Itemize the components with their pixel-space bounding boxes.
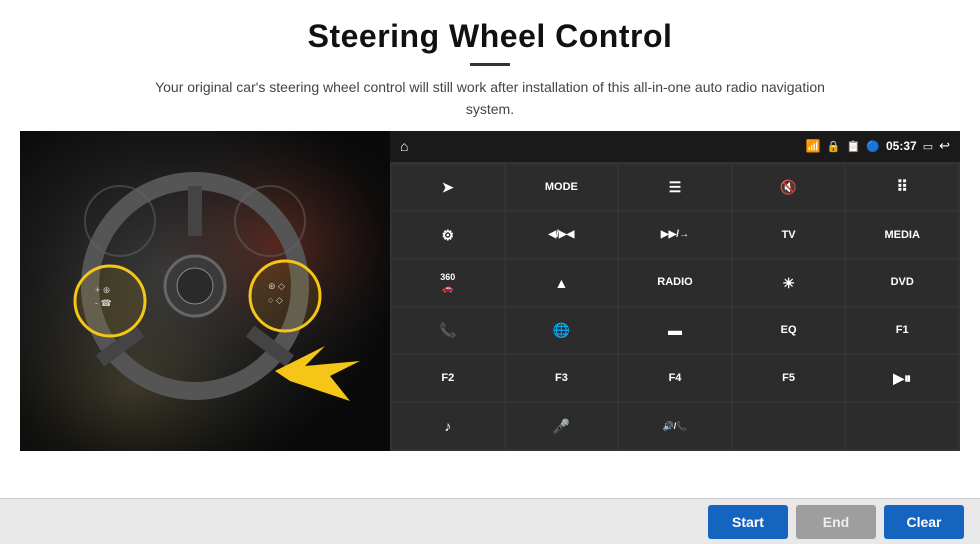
content-area: + ⊕ - ☎ ⊛ ◇ ○ ◇ ⌂	[0, 131, 980, 498]
back-icon[interactable]: ↩	[939, 138, 950, 154]
empty-btn-1	[733, 403, 845, 449]
control-panel: ⌂ 📶 🔒 📋 🔵 05:37 ▭ ↩ ➤ MODE ☰ 🔇	[390, 131, 960, 451]
mirror-button[interactable]: ▬	[619, 308, 731, 354]
radio-button[interactable]: RADIO	[619, 260, 731, 306]
menu-button[interactable]: ☰	[619, 165, 731, 211]
start-button[interactable]: Start	[708, 505, 788, 539]
home-icon[interactable]: ⌂	[400, 138, 408, 154]
svg-text:- ☎: - ☎	[95, 298, 112, 308]
page-title: Steering Wheel Control	[40, 18, 940, 55]
tv-button[interactable]: TV	[733, 212, 845, 258]
mode-button[interactable]: MODE	[506, 165, 618, 211]
status-bar-left: ⌂	[400, 138, 408, 154]
media-button[interactable]: MEDIA	[846, 212, 958, 258]
f4-button[interactable]: F4	[619, 355, 731, 401]
svg-text:+ ⊕: + ⊕	[95, 285, 110, 295]
lock-icon: 🔒	[827, 140, 841, 153]
apps-button[interactable]: ⠿	[846, 165, 958, 211]
cam360-button[interactable]: 360🚗	[392, 260, 504, 306]
mic-button[interactable]: 🎤	[506, 403, 618, 449]
playpause-button[interactable]: ▶⏸	[846, 355, 958, 401]
next-button[interactable]: ▶▶/→	[619, 212, 731, 258]
phone-button[interactable]: 📞	[392, 308, 504, 354]
svg-text:○ ◇: ○ ◇	[268, 295, 283, 305]
prev-button[interactable]: ◀/▶◀	[506, 212, 618, 258]
wifi-icon: 📶	[806, 139, 821, 153]
dvd-button[interactable]: DVD	[846, 260, 958, 306]
title-divider	[470, 63, 510, 66]
cast-icon: ▭	[923, 140, 933, 153]
f2-button[interactable]: F2	[392, 355, 504, 401]
mute-button[interactable]: 🔇	[733, 165, 845, 211]
status-bar: ⌂ 📶 🔒 📋 🔵 05:37 ▭ ↩	[390, 131, 960, 163]
f1-button[interactable]: F1	[846, 308, 958, 354]
eq-button[interactable]: EQ	[733, 308, 845, 354]
internet-button[interactable]: 🌐	[506, 308, 618, 354]
sim-icon: 📋	[847, 140, 861, 153]
settings-button[interactable]: ⚙	[392, 212, 504, 258]
f3-button[interactable]: F3	[506, 355, 618, 401]
bluetooth-icon: 🔵	[866, 140, 880, 153]
button-grid: ➤ MODE ☰ 🔇 ⠿ ⚙ ◀/▶◀ ▶▶/→ TV MEDIA 360🚗 ▲…	[390, 163, 960, 451]
status-bar-right: 📶 🔒 📋 🔵 05:37 ▭ ↩	[806, 138, 950, 154]
steering-wheel-svg: + ⊕ - ☎ ⊛ ◇ ○ ◇	[20, 131, 390, 451]
vol-call-button[interactable]: 🔊/📞	[619, 403, 731, 449]
steering-wheel-bg: + ⊕ - ☎ ⊛ ◇ ○ ◇	[20, 131, 390, 451]
header-section: Steering Wheel Control Your original car…	[0, 0, 980, 131]
svg-text:⊛ ◇: ⊛ ◇	[268, 281, 285, 291]
steering-wheel-image: + ⊕ - ☎ ⊛ ◇ ○ ◇	[20, 131, 390, 451]
subtitle: Your original car's steering wheel contr…	[140, 76, 840, 121]
brightness-button[interactable]: ☀	[733, 260, 845, 306]
end-button[interactable]: End	[796, 505, 876, 539]
clear-button[interactable]: Clear	[884, 505, 964, 539]
time-display: 05:37	[886, 139, 917, 153]
nav-button[interactable]: ➤	[392, 165, 504, 211]
eject-button[interactable]: ▲	[506, 260, 618, 306]
music-button[interactable]: ♪	[392, 403, 504, 449]
action-bar: Start End Clear	[0, 498, 980, 544]
page-container: Steering Wheel Control Your original car…	[0, 0, 980, 544]
empty-btn-2	[846, 403, 958, 449]
f5-button[interactable]: F5	[733, 355, 845, 401]
